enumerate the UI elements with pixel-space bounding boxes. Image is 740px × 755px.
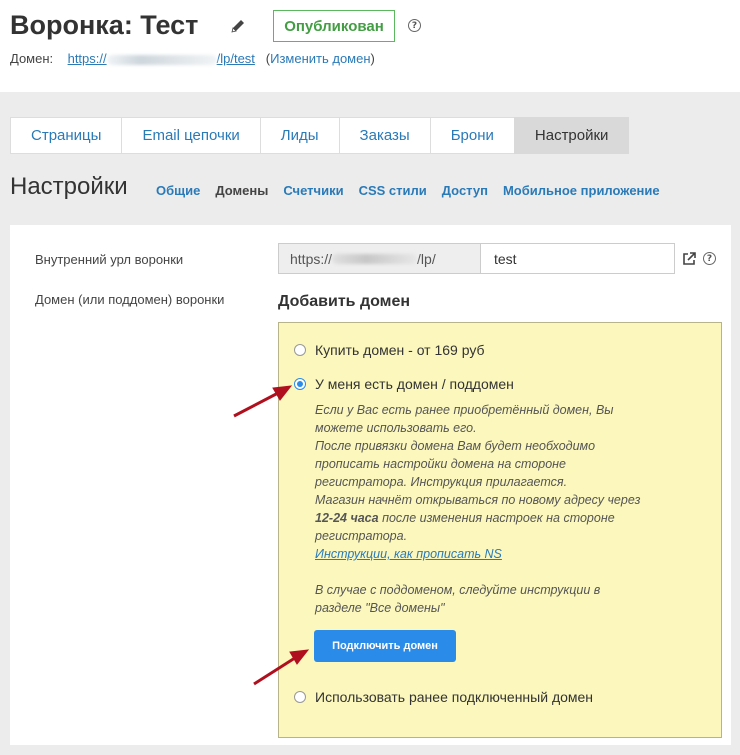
subnav-css-styles[interactable]: CSS стили bbox=[359, 183, 427, 198]
add-domain-box: Купить домен - от 169 руб У меня есть до… bbox=[278, 322, 722, 738]
radio-existing-domain[interactable] bbox=[294, 691, 306, 703]
help-icon[interactable]: ? bbox=[408, 19, 421, 32]
domain-line: Домен: https:///lp/test (Изменить домен) bbox=[10, 51, 375, 66]
settings-panel: Внутренний урл воронки https:///lp/ ? До… bbox=[10, 225, 731, 745]
page-header: Воронка: Тест Опубликован ? Домен: https… bbox=[0, 0, 740, 92]
external-link-icon[interactable] bbox=[682, 252, 696, 266]
tab-leads[interactable]: Лиды bbox=[259, 117, 339, 154]
option-existing-domain[interactable]: Использовать ранее подключенный домен bbox=[294, 689, 593, 705]
domain-label: Домен: bbox=[10, 51, 54, 66]
tab-orders[interactable]: Заказы bbox=[338, 117, 430, 154]
tab-pages[interactable]: Страницы bbox=[10, 117, 122, 154]
url-prefix-addon: https:///lp/ bbox=[278, 243, 481, 274]
tab-bookings[interactable]: Брони bbox=[429, 117, 514, 154]
pencil-icon[interactable] bbox=[230, 18, 246, 34]
funnel-tabs: Страницы Email цепочки Лиды Заказы Брони… bbox=[10, 117, 630, 154]
connect-domain-button[interactable]: Подключить домен bbox=[314, 630, 456, 662]
radio-own-domain[interactable] bbox=[294, 378, 306, 390]
add-domain-title: Добавить домен bbox=[278, 293, 411, 310]
tab-email-chains[interactable]: Email цепочки bbox=[121, 117, 260, 154]
tab-settings[interactable]: Настройки bbox=[513, 117, 630, 154]
internal-url-label: Внутренний урл воронки bbox=[35, 252, 184, 267]
option-buy-domain[interactable]: Купить домен - от 169 руб bbox=[294, 342, 485, 358]
subnav-general[interactable]: Общие bbox=[156, 183, 200, 198]
radio-buy-domain[interactable] bbox=[294, 344, 306, 356]
subnav-access[interactable]: Доступ bbox=[442, 183, 488, 198]
own-domain-instructions: Если у Вас есть ранее приобретённый доме… bbox=[315, 403, 641, 615]
change-domain-link[interactable]: Изменить домен bbox=[270, 51, 370, 66]
section-heading: Настройки bbox=[10, 173, 128, 200]
help-icon[interactable]: ? bbox=[703, 252, 716, 265]
ns-instructions-link[interactable]: Инструкции, как прописать NS bbox=[315, 547, 502, 561]
subnav-counters[interactable]: Счетчики bbox=[283, 183, 343, 198]
option-own-domain[interactable]: У меня есть домен / поддомен bbox=[294, 376, 514, 392]
published-status-button[interactable]: Опубликован bbox=[273, 10, 395, 42]
page-title: Воронка: Тест bbox=[10, 10, 199, 40]
domain-label: Домен (или поддомен) воронки bbox=[35, 292, 225, 307]
subnav-mobile-app[interactable]: Мобильное приложение bbox=[503, 183, 660, 198]
settings-subnav: Общие Домены Счетчики CSS стили Доступ М… bbox=[156, 183, 660, 198]
funnel-url-input[interactable] bbox=[480, 243, 675, 274]
subnav-domains[interactable]: Домены bbox=[215, 183, 268, 198]
domain-link[interactable]: https:///lp/test bbox=[68, 51, 255, 66]
